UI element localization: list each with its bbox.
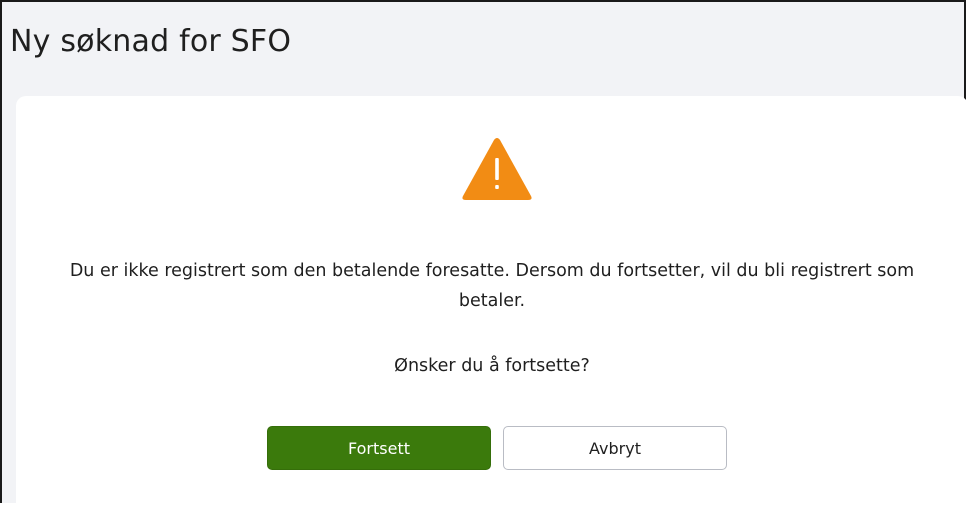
confirmation-dialog: Du er ikke registrert som den betalende … (16, 96, 968, 516)
continue-button[interactable]: Fortsett (267, 426, 491, 470)
dialog-question: Ønsker du å fortsette? (394, 356, 590, 376)
application-frame: Ny søknad for SFO Du er ikke registrert … (0, 0, 968, 516)
warning-triangle-icon (462, 138, 532, 200)
page-title: Ny søknad for SFO (10, 24, 292, 59)
cancel-button[interactable]: Avbryt (503, 426, 727, 470)
dialog-message: Du er ikke registrert som den betalende … (69, 261, 915, 311)
